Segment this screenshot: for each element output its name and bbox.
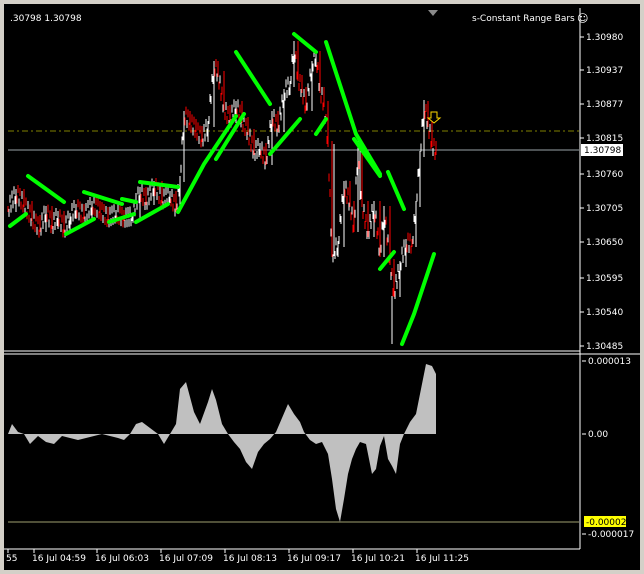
chart-window[interactable]: .30798 1.30798 s-Constant Range Bars ☺ 1… [4,4,640,570]
time-tick-label: 55 [6,554,17,564]
band-segment [138,180,180,189]
price-tick-label: 1.30485 [586,342,623,352]
down-arrow-icon [426,111,442,124]
price-pane[interactable] [7,10,579,346]
price-axis[interactable]: 1.30980 1.30937 1.30877 1.30815 1.30760 1.307… [579,8,623,549]
chart-canvas: .30798 1.30798 s-Constant Range Bars ☺ 1… [4,8,640,564]
bands-group [8,32,436,346]
price-tick-label: 1.30595 [586,274,623,284]
band-segment [292,32,318,54]
band-segment [120,197,138,204]
current-price-label: 1.30798 [584,146,621,156]
time-tick-label: 16 Jul 10:21 [351,554,405,564]
band-segment [386,170,406,211]
price-tick-label: 1.30650 [586,238,623,248]
time-tick-label: 16 Jul 06:03 [95,554,149,564]
scroll-triangle-icon[interactable] [428,10,438,16]
osc-top-label: 0.000013 [588,357,631,367]
band-segment [378,250,396,271]
osc-zero-label: 0.00 [588,430,608,440]
oscillator-histogram [8,364,436,522]
ohlc-text: .30798 1.30798 [10,14,82,24]
price-tick-label: 1.30980 [586,33,623,43]
band-segment [234,50,272,106]
candles-group [7,41,437,344]
time-axis[interactable]: 55 16 Jul 04:59 16 Jul 06:03 16 Jul 07:09 16… [4,548,580,564]
osc-bottom-label: -0.000017 [588,530,634,540]
osc-highlight-label: -0.00002 [586,518,626,528]
price-tick-label: 1.30937 [586,66,623,76]
band-segment [8,212,28,228]
time-tick-label: 16 Jul 09:17 [287,554,341,564]
oscillator-pane[interactable] [8,364,579,523]
price-tick-label: 1.30877 [586,100,623,110]
time-tick-label: 16 Jul 08:13 [223,554,277,564]
price-tick-label: 1.30540 [586,308,623,318]
price-tick-label: 1.30815 [586,134,623,144]
price-tick-label: 1.30760 [586,170,623,180]
indicator-name: s-Constant Range Bars [472,14,575,24]
terminal-window-frame: .30798 1.30798 s-Constant Range Bars ☺ 1… [0,0,644,574]
time-tick-label: 16 Jul 11:25 [415,554,469,564]
band-segment [400,252,436,346]
band-segment [26,174,66,204]
smiley-icon: ☺ [577,12,588,25]
time-tick-label: 16 Jul 04:59 [32,554,86,564]
band-segment [134,202,170,224]
time-tick-label: 16 Jul 07:09 [159,554,213,564]
oscillator-axis[interactable]: 0.000013 0.00 -0.00002 -0.000017 [582,357,634,540]
band-segment [314,117,328,136]
price-tick-label: 1.30705 [586,204,623,214]
